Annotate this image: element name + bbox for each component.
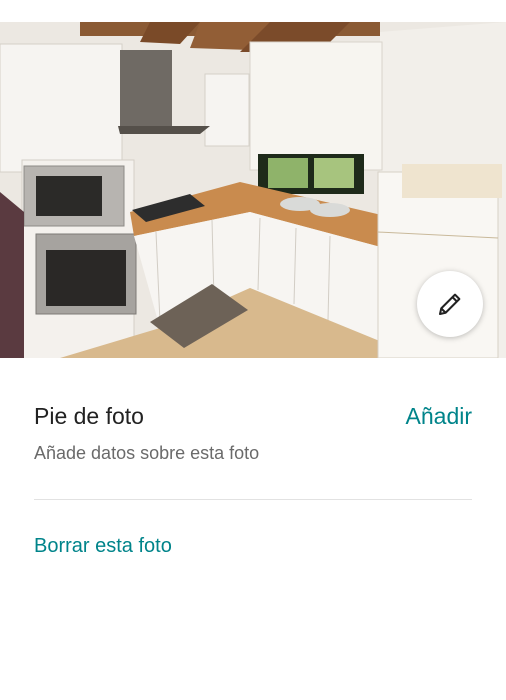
pencil-icon [439,293,461,315]
delete-photo-link[interactable]: Borrar esta foto [34,535,172,558]
edit-photo-button[interactable] [417,271,483,337]
add-caption-link[interactable]: Añadir [406,403,472,430]
caption-title: Pie de foto [34,402,144,429]
caption-subtitle: Añade datos sobre esta foto [34,443,260,463]
caption-row: Pie de foto Añadir [34,398,472,434]
divider [34,499,472,500]
